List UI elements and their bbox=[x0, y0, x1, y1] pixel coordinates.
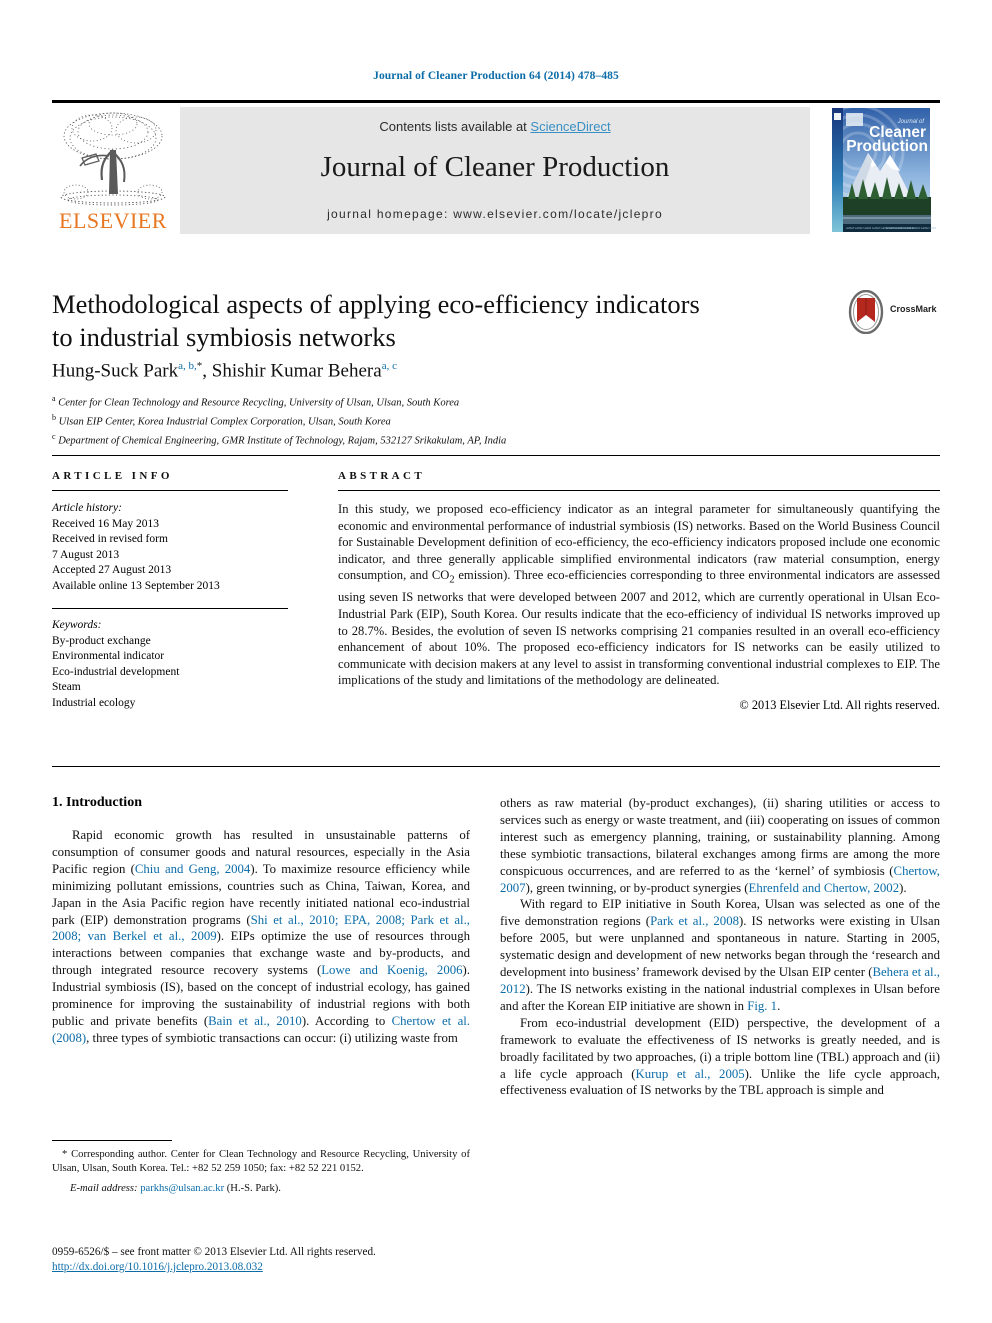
affiliation-text: Center for Clean Technology and Resource… bbox=[58, 397, 460, 409]
abstract-copyright: © 2013 Elsevier Ltd. All rights reserved… bbox=[739, 698, 940, 713]
abstract-heading: ABSTRACT bbox=[338, 470, 426, 482]
corresponding-author-footnote: * Corresponding author. Center for Clean… bbox=[52, 1149, 470, 1175]
email-link[interactable]: parkhs@ulsan.ac.kr bbox=[140, 1183, 224, 1194]
paper-title-line2: to industrial symbiosis networks bbox=[52, 322, 396, 352]
paper-title-line1: Methodological aspects of applying eco-e… bbox=[52, 289, 700, 319]
journal-article-page: Journal of Cleaner Production 64 (2014) … bbox=[0, 0, 992, 1323]
affiliation-text: Ulsan EIP Center, Korea Industrial Compl… bbox=[58, 416, 391, 428]
footnote-block: * Corresponding author. Center for Clean… bbox=[52, 1148, 470, 1197]
abstract-column: ABSTRACT In this study, we proposed eco-… bbox=[338, 470, 940, 713]
email-footnote: E-mail address: parkhs@ulsan.ac.kr (H.-S… bbox=[52, 1182, 470, 1196]
elsevier-tree-icon bbox=[60, 112, 166, 206]
svg-text:\u2022 \u2022 \u2022 \u2022 \u: \u2022 \u2022 \u2022 \u2022 \u2022 \u202… bbox=[886, 226, 936, 230]
elsevier-wordmark: ELSEVIER bbox=[59, 208, 167, 233]
sciencedirect-link[interactable]: ScienceDirect bbox=[530, 119, 610, 134]
body-paragraph: Rapid economic growth has resulted in un… bbox=[52, 827, 470, 1047]
body-text: others as raw material (by-product excha… bbox=[500, 796, 940, 878]
citation-link[interactable]: Ehrenfeld and Chertow, 2002 bbox=[749, 881, 900, 895]
contents-available-line: Contents lists available at ScienceDirec… bbox=[180, 119, 810, 134]
article-info-heading: ARTICLE INFO bbox=[52, 470, 173, 482]
article-history-label: Article history: bbox=[52, 502, 122, 514]
crossmark-badge[interactable]: CrossMark bbox=[846, 289, 938, 336]
contents-prefix: Contents lists available at bbox=[379, 119, 531, 134]
author-name-1: Hung-Suck Park bbox=[52, 360, 179, 382]
citation-link[interactable]: Lowe and Koenig, 2006 bbox=[321, 963, 462, 977]
affiliation-list: a Center for Clean Technology and Resour… bbox=[52, 392, 832, 449]
affiliation-item: c Department of Chemical Engineering, GM… bbox=[52, 430, 832, 449]
footnote-rule bbox=[52, 1140, 172, 1141]
abstract-rule bbox=[338, 490, 940, 491]
author-name-2: Shishir Kumar Behera bbox=[211, 360, 382, 382]
body-text: ). The IS networks existing in the natio… bbox=[500, 981, 940, 1013]
body-paragraph: others as raw material (by-product excha… bbox=[500, 795, 940, 896]
issn-copyright-line: 0959-6526/$ – see front matter © 2013 El… bbox=[52, 1246, 376, 1258]
title-block: Methodological aspects of applying eco-e… bbox=[52, 288, 822, 354]
keywords-label: Keywords: bbox=[52, 619, 102, 631]
article-info-rule bbox=[52, 490, 288, 491]
body-text: ). bbox=[899, 880, 907, 895]
journal-homepage-line[interactable]: journal homepage: www.elsevier.com/locat… bbox=[180, 207, 810, 221]
masthead-top-rule bbox=[52, 100, 940, 103]
page-title: Methodological aspects of applying eco-e… bbox=[52, 288, 822, 354]
article-history-item: Received in revised form bbox=[52, 533, 168, 545]
article-history-item: Accepted 27 August 2013 bbox=[52, 564, 172, 576]
author-separator: , bbox=[202, 360, 212, 382]
body-paragraph: From eco-industrial development (EID) pe… bbox=[500, 1015, 940, 1100]
journal-masthead: ELSEVIER Contents lists available at Sci… bbox=[52, 100, 940, 236]
keywords-rule bbox=[52, 608, 288, 609]
crossmark-icon bbox=[848, 289, 884, 335]
body-column-right: others as raw material (by-product excha… bbox=[500, 795, 940, 1099]
running-head: Journal of Cleaner Production 64 (2014) … bbox=[373, 70, 619, 82]
body-text: . bbox=[777, 998, 781, 1013]
keyword-item: Steam bbox=[52, 681, 81, 693]
journal-cover-thumbnail: \u2022 \u2022 \u2022 \u2022 \u2022 \u202… bbox=[828, 105, 936, 235]
affiliation-mark: a bbox=[52, 394, 56, 403]
doi-link[interactable]: http://dx.doi.org/10.1016/j.jclepro.2013… bbox=[52, 1261, 263, 1273]
author-affil-marks-2: a, c bbox=[381, 360, 397, 372]
figure-link[interactable]: Fig. 1 bbox=[747, 999, 777, 1013]
affiliation-mark: c bbox=[52, 432, 56, 441]
journal-cover-image: \u2022 \u2022 \u2022 \u2022 \u2022 \u202… bbox=[828, 105, 936, 235]
affiliation-mark: b bbox=[52, 413, 56, 422]
article-history-item: Received 16 May 2013 bbox=[52, 517, 159, 530]
article-info-column: ARTICLE INFO Article history: Received 1… bbox=[52, 470, 288, 711]
article-history-item: Available online 13 September 2013 bbox=[52, 579, 220, 592]
section-heading-introduction: 1. Introduction bbox=[52, 795, 142, 810]
body-paragraph: With regard to EIP initiative in South K… bbox=[500, 896, 940, 1014]
citation-link[interactable]: Kurup et al., 2005 bbox=[636, 1067, 745, 1081]
email-suffix: (H.-S. Park). bbox=[226, 1183, 281, 1195]
keyword-item: Eco-industrial development bbox=[52, 665, 180, 678]
imprint-block: 0959-6526/$ – see front matter © 2013 El… bbox=[52, 1245, 492, 1275]
abstract-text: In this study, we proposed eco-efficienc… bbox=[338, 501, 940, 689]
citation-link[interactable]: Park et al., 2008 bbox=[650, 914, 739, 928]
author-list: Hung-Suck Parka, b,*, Shishir Kumar Behe… bbox=[52, 360, 832, 382]
keyword-item: Environmental indicator bbox=[52, 650, 165, 662]
panel-bottom-rule bbox=[52, 766, 940, 767]
citation-link[interactable]: Bain et al., 2010 bbox=[208, 1014, 302, 1028]
affiliation-item: a Center for Clean Technology and Resour… bbox=[52, 392, 832, 411]
keyword-item: By-product exchange bbox=[52, 634, 151, 647]
keywords-block: Keywords: By-product exchange Environmen… bbox=[52, 608, 288, 711]
journal-title: Journal of Cleaner Production bbox=[320, 151, 670, 183]
keyword-item: Industrial ecology bbox=[52, 696, 136, 709]
affiliation-item: b Ulsan EIP Center, Korea Industrial Com… bbox=[52, 411, 832, 430]
email-label: E-mail address: bbox=[70, 1183, 138, 1195]
body-text: ), green twinning, or by-product synergi… bbox=[525, 880, 749, 895]
crossmark-label: CrossMark bbox=[890, 304, 937, 314]
body-text: ). According to bbox=[301, 1013, 392, 1028]
elsevier-logo: ELSEVIER bbox=[52, 106, 174, 234]
citation-link[interactable]: Chiu and Geng, 2004 bbox=[135, 862, 250, 876]
panel-top-rule bbox=[52, 455, 940, 456]
article-history-item: 7 August 2013 bbox=[52, 548, 120, 561]
affiliation-text: Department of Chemical Engineering, GMR … bbox=[58, 435, 507, 447]
body-column-left: 1. Introduction Rapid economic growth ha… bbox=[52, 795, 470, 1047]
body-text: , three types of symbiotic transactions … bbox=[86, 1030, 458, 1045]
abstract-part-2: emission). Three eco-efficiencies corres… bbox=[338, 568, 940, 688]
author-affil-marks-1: a, b, bbox=[178, 360, 197, 372]
svg-text:Production: Production bbox=[846, 138, 928, 155]
masthead-banner: Contents lists available at ScienceDirec… bbox=[180, 107, 810, 234]
